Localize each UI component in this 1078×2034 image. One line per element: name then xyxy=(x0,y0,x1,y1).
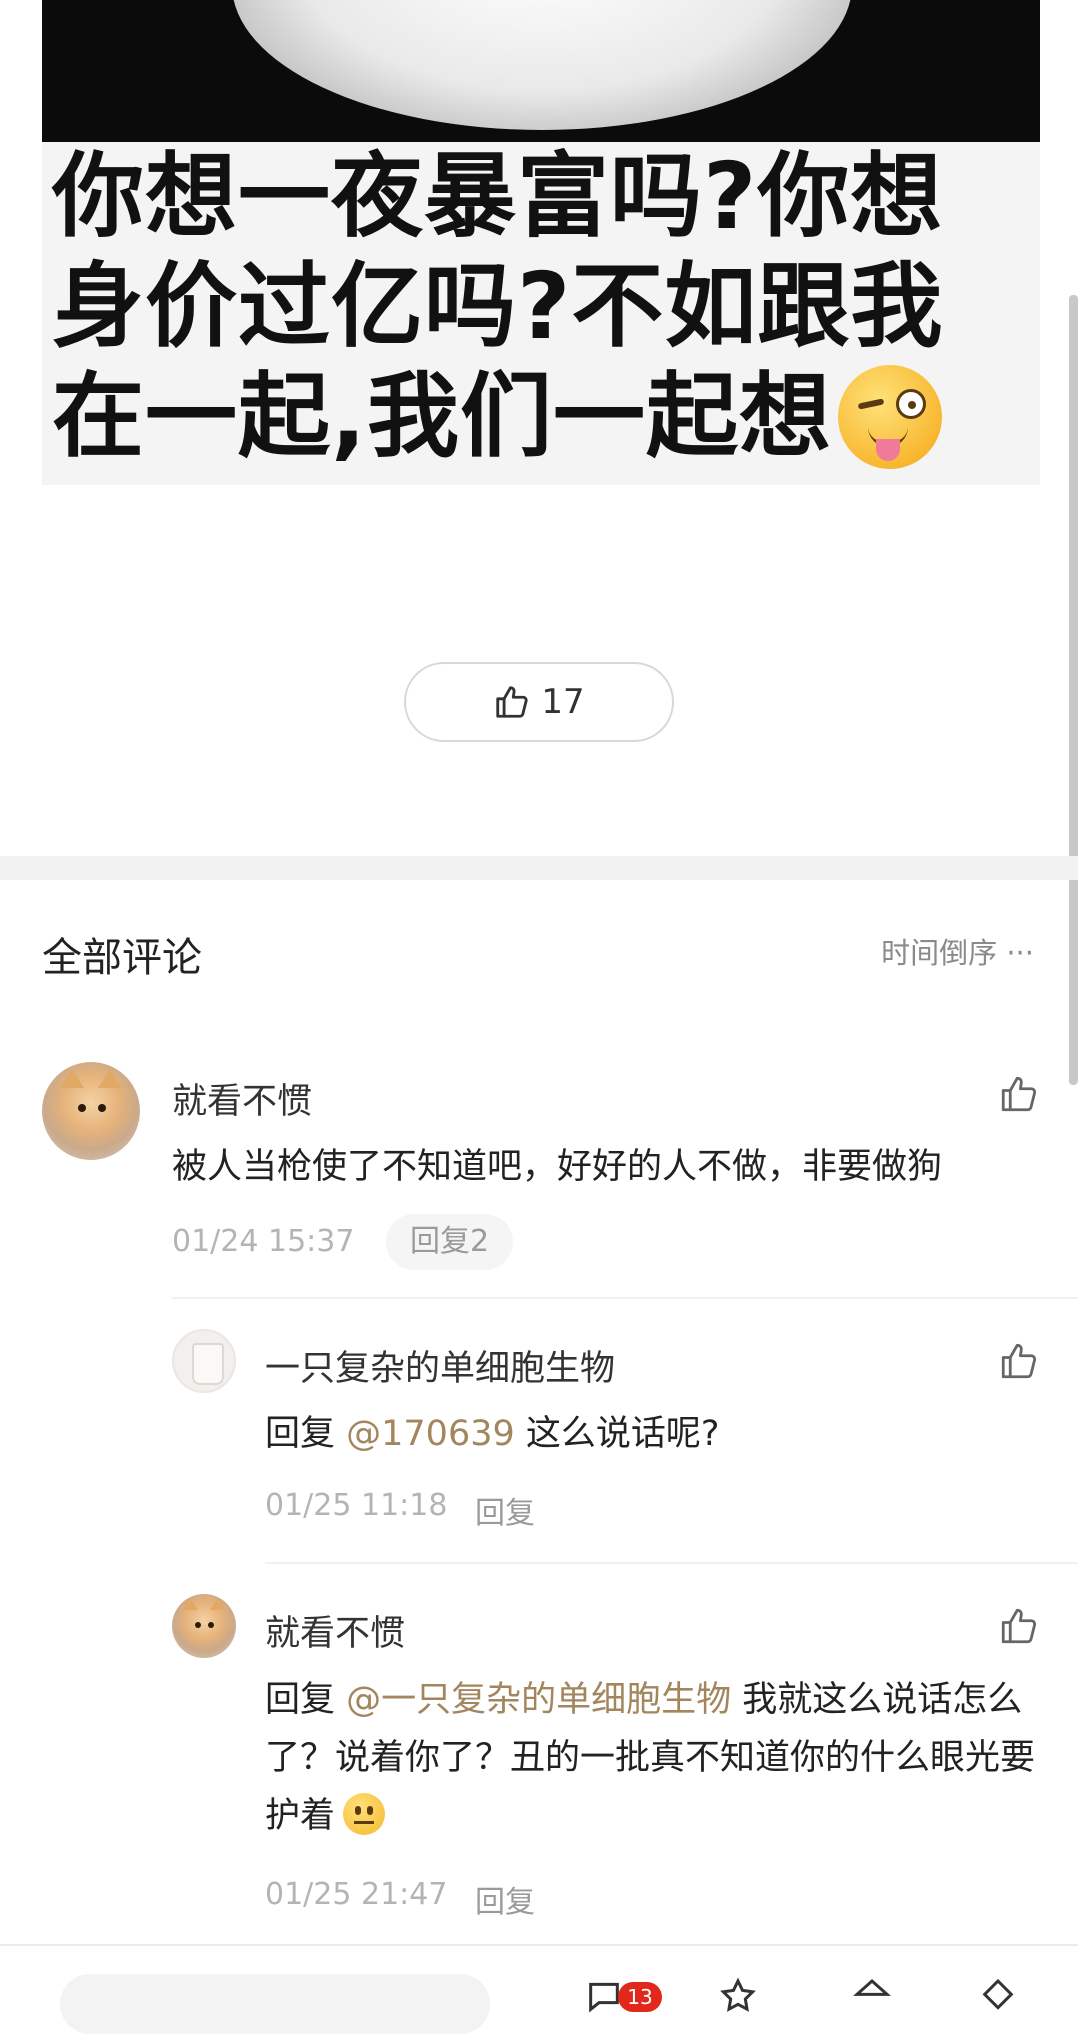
image-caption: 你想一夜暴富吗?你想 身价过亿吗?不如跟我 在一起,我们一起想 xyxy=(52,142,1040,475)
star-icon[interactable] xyxy=(718,1976,758,2016)
reply-divider xyxy=(172,1297,1078,1299)
bottom-action-bar xyxy=(0,1944,1078,2034)
share-icon[interactable] xyxy=(978,1976,1018,2016)
comment-input[interactable] xyxy=(60,1974,490,2034)
reply-text: 回复 @一只复杂的单细胞生物 我就这么说话怎么了？说着你了？丑的一批真不知道你的… xyxy=(265,1680,1036,1836)
neutral-face-emoji-icon xyxy=(343,1793,386,1835)
comment-count-badge: 13 xyxy=(618,1982,662,2012)
wink-tongue-emoji-icon xyxy=(837,364,942,469)
avatar[interactable] xyxy=(42,1062,140,1160)
scrollbar[interactable] xyxy=(1069,295,1078,1085)
reply-button[interactable]: 回复 xyxy=(475,1877,535,1921)
sort-order-button[interactable]: 时间倒序 ··· xyxy=(881,930,1034,972)
view-replies-button[interactable]: 回复2 xyxy=(386,1214,514,1270)
comment-author[interactable]: 就看不惯 xyxy=(172,1073,312,1124)
reply-author[interactable]: 就看不惯 xyxy=(265,1605,405,1656)
reply-divider xyxy=(265,1562,1078,1564)
post-like-button[interactable]: 17 xyxy=(404,662,674,742)
avatar[interactable] xyxy=(172,1329,236,1393)
avatar[interactable] xyxy=(172,1594,236,1658)
comment-time: 01/24 15:37 xyxy=(172,1224,355,1259)
reply-like-icon[interactable] xyxy=(998,1605,1040,1647)
post-image[interactable]: 你想一夜暴富吗?你想 身价过亿吗?不如跟我 在一起,我们一起想 xyxy=(42,0,1040,485)
reply-text: 回复 @170639 这么说话呢? xyxy=(265,1414,720,1454)
section-divider xyxy=(0,856,1078,880)
reply-like-icon[interactable] xyxy=(998,1340,1040,1382)
mention-link[interactable]: @170639 xyxy=(346,1414,515,1454)
reply-author[interactable]: 一只复杂的单细胞生物 xyxy=(265,1340,615,1391)
comments-title: 全部评论 xyxy=(42,935,202,981)
mention-link[interactable]: @一只复杂的单细胞生物 xyxy=(346,1680,731,1720)
post-like-count: 17 xyxy=(541,682,585,722)
caption-line-2: 身价过亿吗?不如跟我 xyxy=(52,253,944,360)
reply-button[interactable]: 回复 xyxy=(475,1488,535,1532)
thumbs-up-icon xyxy=(496,686,528,718)
comment-like-icon[interactable] xyxy=(998,1073,1040,1115)
caption-line-1: 你想一夜暴富吗?你想 xyxy=(52,143,944,250)
comment-text: 被人当枪使了不知道吧，好好的人不做，非要做狗 xyxy=(172,1147,943,1187)
caption-line-3: 在一起,我们一起想 xyxy=(52,362,1040,475)
reply-time: 01/25 11:18 xyxy=(265,1488,448,1523)
reply-time: 01/25 21:47 xyxy=(265,1877,448,1912)
like-icon[interactable] xyxy=(852,1976,892,2016)
